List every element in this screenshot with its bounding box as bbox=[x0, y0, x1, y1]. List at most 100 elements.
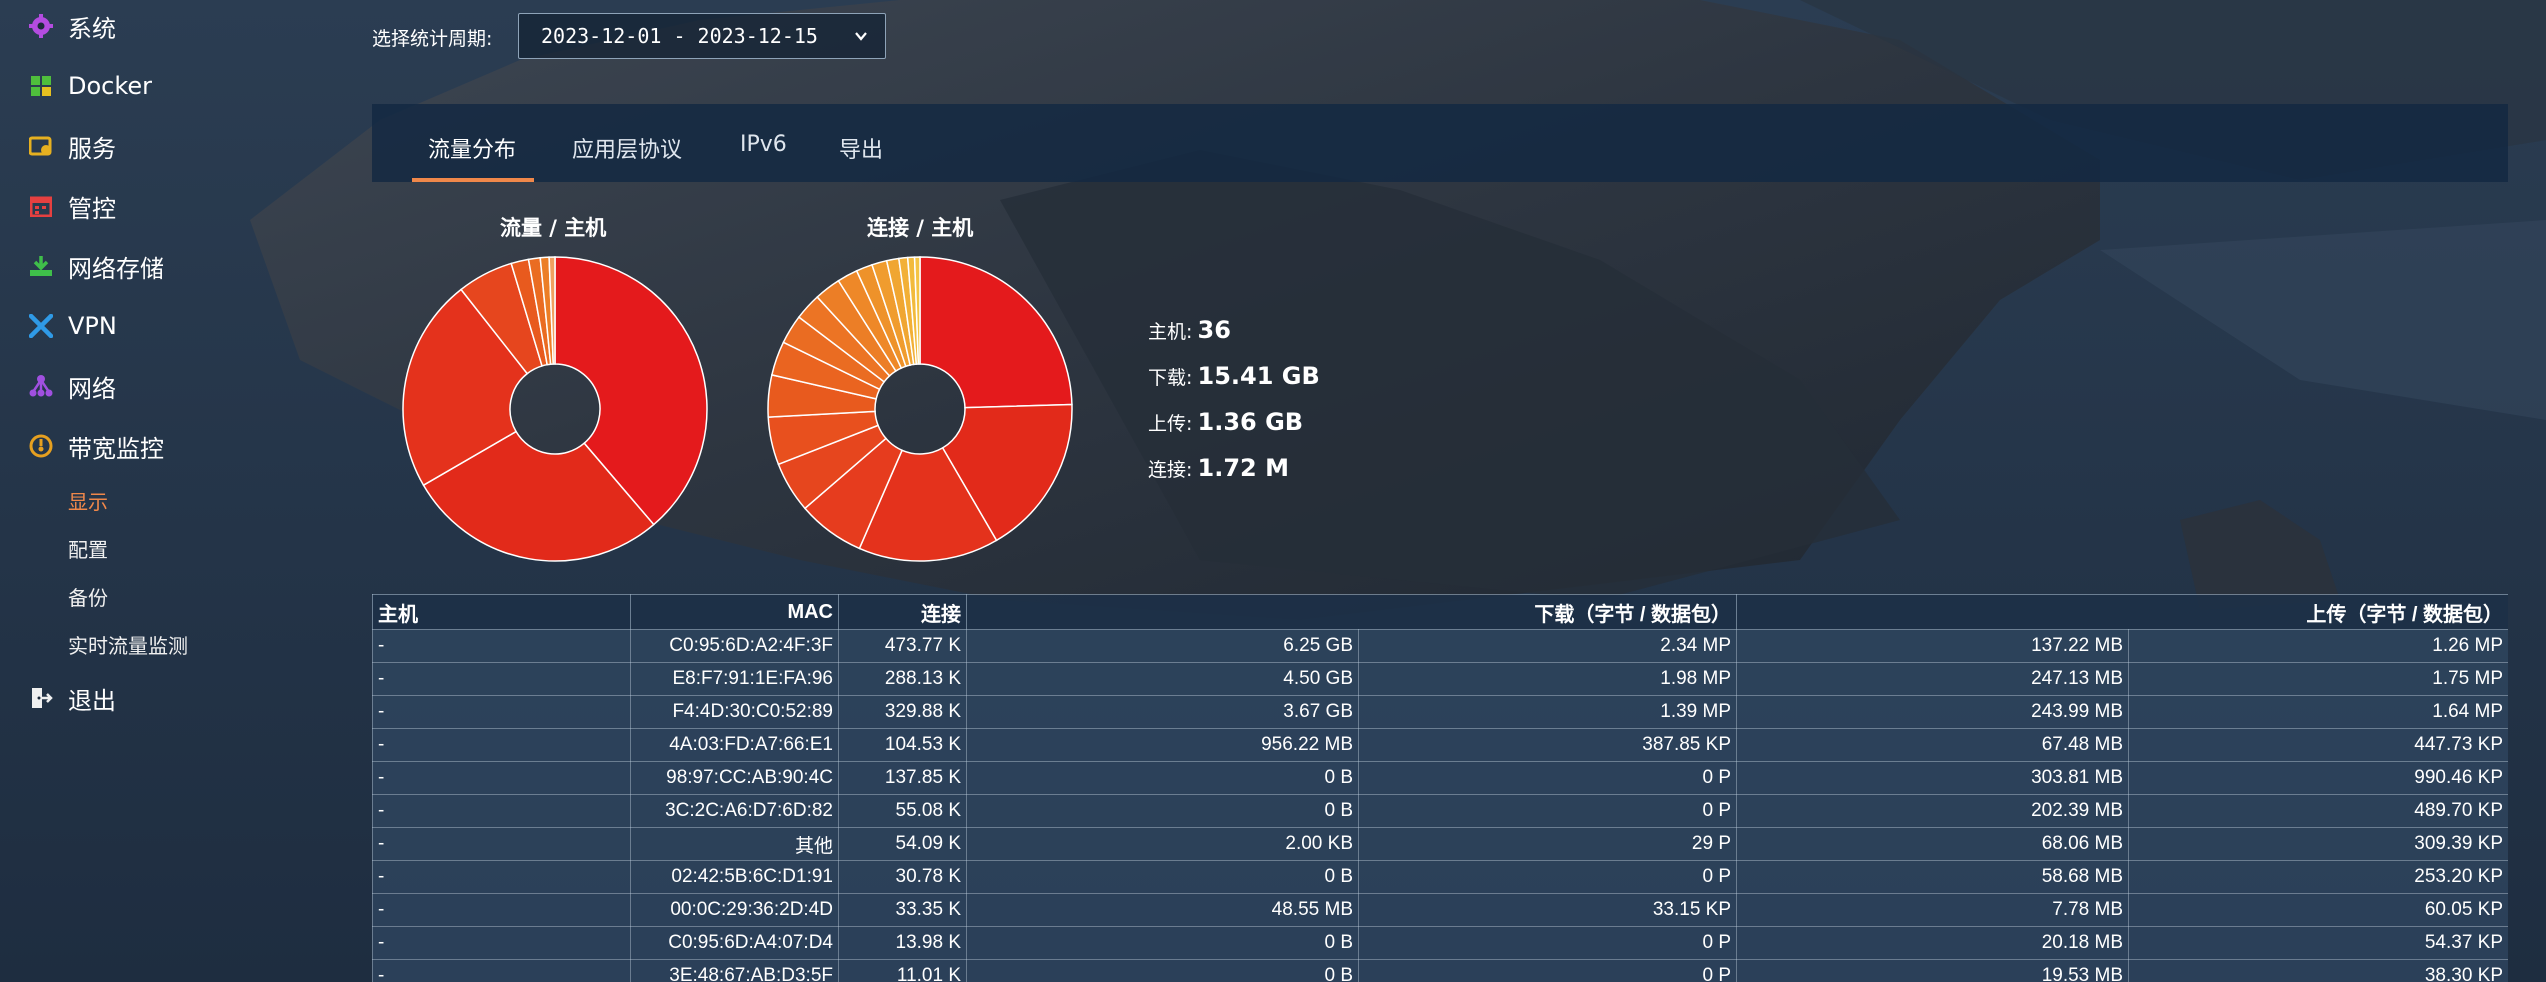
stat-hosts-label: 主机: bbox=[1148, 321, 1193, 343]
table-cell: F4:4D:30:C0:52:89 bbox=[630, 695, 839, 729]
traffic-per-host-donut-chart bbox=[402, 256, 708, 562]
chevron-down-icon bbox=[853, 26, 869, 51]
table-row: -02:42:5B:6C:D1:91 30.78 K0 B0 P 58.68 MB 2… bbox=[372, 860, 2508, 894]
table-cell: 13.98 K bbox=[838, 926, 967, 960]
tab-app-protocols[interactable]: 应用层协议 bbox=[572, 132, 682, 164]
table-row: - C0:95:6D:A2:4F:3F 473.77 K 6.25 GB 2.34 MP… bbox=[372, 629, 2508, 663]
stat-upload-value: 1.36 GB bbox=[1197, 408, 1304, 436]
table-cell: C0:95:6D:A4:07:D4 bbox=[630, 926, 839, 960]
table-row: -3C:2C:A6:D7:6D:82 55.08 K0 B0 P 202.39 MB… bbox=[372, 794, 2508, 828]
table-cell: 6.25 GB bbox=[966, 629, 1359, 663]
column-header-connections[interactable]: 连接 bbox=[838, 594, 967, 630]
column-header-mac[interactable]: MAC bbox=[630, 594, 839, 630]
table-cell: 54.09 K bbox=[838, 827, 967, 861]
table-cell: 956.22 MB bbox=[966, 728, 1359, 762]
tab-ipv6[interactable]: IPv6 bbox=[740, 132, 787, 157]
tab-traffic-distribution[interactable]: 流量分布 bbox=[428, 132, 516, 164]
table-cell: 247.13 MB bbox=[1736, 662, 2130, 696]
stat-hosts: 主机: 36 bbox=[1148, 316, 1231, 344]
table-cell: 1.39 MP bbox=[1357, 695, 1738, 729]
active-tab-indicator bbox=[412, 178, 534, 182]
table-cell: - bbox=[372, 959, 631, 982]
table-cell: - bbox=[372, 860, 631, 894]
table-cell: 0 P bbox=[1357, 959, 1738, 982]
table-cell: E8:F7:91:1E:FA:96 bbox=[630, 662, 839, 696]
period-label: 选择统计周期: bbox=[372, 28, 493, 50]
sidebar-item-logout[interactable]: 退出 bbox=[28, 676, 116, 720]
table-cell: 60.05 KP bbox=[2128, 893, 2508, 927]
table-cell: - bbox=[372, 728, 631, 762]
traffic-chart-title: 流量 / 主机 bbox=[500, 216, 607, 240]
table-cell: 33.15 KP bbox=[1357, 893, 1738, 927]
table-cell: 0 P bbox=[1357, 794, 1738, 828]
sidebar-item-services[interactable]: 服务 bbox=[28, 124, 116, 168]
table-cell: 0 B bbox=[966, 926, 1359, 960]
table-row: -98:97:CC:AB:90:4C 137.85 K0 B0 P 303.81 M… bbox=[372, 761, 2508, 795]
grid-icon bbox=[28, 73, 54, 99]
table-cell: 447.73 KP bbox=[2128, 728, 2508, 762]
network-icon bbox=[28, 373, 54, 399]
table-cell: 2.34 MP bbox=[1357, 629, 1738, 663]
table-cell: 473.77 K bbox=[838, 629, 967, 663]
sidebar-item-label: 退出 bbox=[68, 686, 116, 715]
sidebar-item-control[interactable]: 管控 bbox=[28, 184, 116, 228]
table-cell: 303.81 MB bbox=[1736, 761, 2130, 795]
connections-per-host-donut-chart bbox=[767, 256, 1073, 562]
table-row: - F4:4D:30:C0:52:89 329.88 K 3.67 GB 1.39 MP… bbox=[372, 695, 2508, 729]
vpn-icon bbox=[28, 313, 54, 339]
table-cell: 55.08 K bbox=[838, 794, 967, 828]
table-cell: - bbox=[372, 926, 631, 960]
table-cell: 253.20 KP bbox=[2128, 860, 2508, 894]
table-cell: 387.85 KP bbox=[1357, 728, 1738, 762]
submenu-item-config[interactable]: 配置 bbox=[68, 534, 108, 563]
tab-export[interactable]: 导出 bbox=[839, 132, 883, 164]
sidebar-item-label: 服务 bbox=[68, 134, 116, 163]
column-header-host[interactable]: 主机 bbox=[372, 594, 631, 630]
table-cell: 137.85 K bbox=[838, 761, 967, 795]
table-row: - 其他 54.09 K 2.00 KB 29 P 68.06 MB 309.39 KP bbox=[372, 827, 2508, 861]
period-select[interactable]: 2023-12-01 - 2023-12-15 bbox=[518, 13, 886, 59]
table-cell: 489.70 KP bbox=[2128, 794, 2508, 828]
table-cell: 4.50 GB bbox=[966, 662, 1359, 696]
stat-connections-value: 1.72 M bbox=[1197, 454, 1289, 482]
table-cell: - bbox=[372, 827, 631, 861]
stat-upload: 上传: 1.36 GB bbox=[1148, 408, 1303, 436]
submenu-item-display[interactable]: 显示 bbox=[68, 486, 108, 515]
table-cell: 30.78 K bbox=[838, 860, 967, 894]
sidebar-item-network[interactable]: 网络 bbox=[28, 364, 116, 408]
gauge-icon bbox=[28, 433, 54, 459]
sidebar-item-bandwidth-monitor[interactable]: 带宽监控 bbox=[28, 424, 164, 468]
table-cell: 137.22 MB bbox=[1736, 629, 2130, 663]
submenu-item-backup[interactable]: 备份 bbox=[68, 582, 108, 611]
submenu-item-realtime-monitor[interactable]: 实时流量监测 bbox=[68, 630, 188, 659]
table-cell: - bbox=[372, 662, 631, 696]
table-cell: 67.48 MB bbox=[1736, 728, 2130, 762]
sidebar-item-label: 系统 bbox=[68, 14, 116, 43]
table-cell: - bbox=[372, 761, 631, 795]
donut-slice[interactable] bbox=[919, 256, 1073, 409]
download-icon bbox=[28, 253, 54, 279]
host-traffic-table: 主机 MAC 连接 下载（字节 / 数据包） 上传（字节 / 数据包） - C0:… bbox=[372, 594, 2508, 982]
sidebar-item-docker[interactable]: Docker bbox=[28, 64, 152, 108]
stat-upload-label: 上传: bbox=[1148, 413, 1193, 435]
table-cell: 58.68 MB bbox=[1736, 860, 2130, 894]
table-cell: 0 B bbox=[966, 959, 1359, 982]
sidebar-item-network-storage[interactable]: 网络存储 bbox=[28, 244, 164, 288]
table-cell: 00:0C:29:36:2D:4D bbox=[630, 893, 839, 927]
table-cell: 104.53 K bbox=[838, 728, 967, 762]
stat-download-label: 下载: bbox=[1148, 367, 1193, 389]
sidebar-item-system[interactable]: 系统 bbox=[28, 4, 116, 48]
table-cell: 3.67 GB bbox=[966, 695, 1359, 729]
table-cell: 11.01 K bbox=[838, 959, 967, 982]
table-cell: 0 P bbox=[1357, 761, 1738, 795]
table-cell: 0 B bbox=[966, 794, 1359, 828]
table-cell: 54.37 KP bbox=[2128, 926, 2508, 960]
table-cell: 288.13 K bbox=[838, 662, 967, 696]
sidebar-item-label: 管控 bbox=[68, 194, 116, 223]
sidebar: 系统 Docker 服务 管控 网络存储 VPN 网络 带宽监控 显示 配置 备… bbox=[0, 0, 340, 982]
sidebar-item-vpn[interactable]: VPN bbox=[28, 304, 117, 348]
period-value: 2023-12-01 - 2023-12-15 bbox=[541, 24, 818, 48]
column-header-upload[interactable]: 上传（字节 / 数据包） bbox=[1736, 594, 2508, 630]
column-header-download[interactable]: 下载（字节 / 数据包） bbox=[965, 594, 1738, 630]
sidebar-item-label: VPN bbox=[68, 312, 117, 340]
